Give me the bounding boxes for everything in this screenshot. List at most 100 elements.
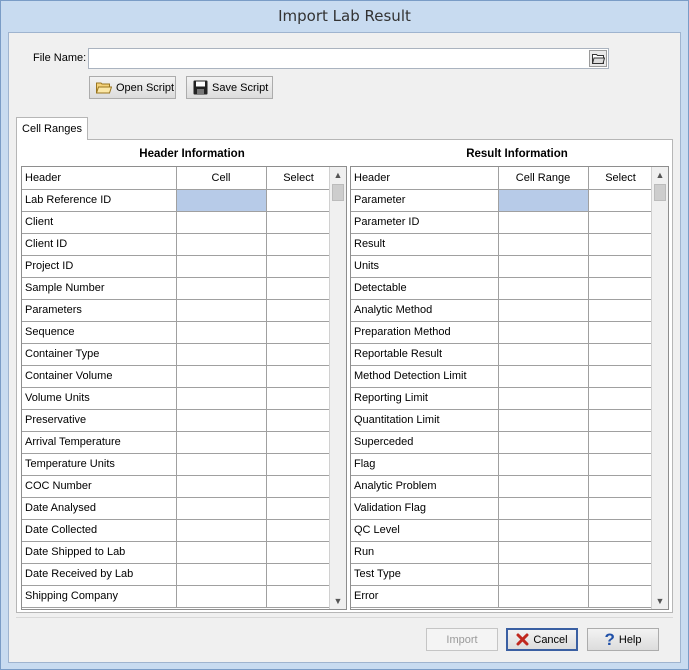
scrollbar-thumb[interactable] (332, 184, 344, 201)
select-cell[interactable] (588, 233, 654, 256)
row-header-cell[interactable]: Test Type (351, 563, 499, 586)
file-name-input[interactable] (88, 48, 609, 69)
table-row[interactable]: Arrival Temperature (22, 431, 332, 454)
cell-range-cell[interactable] (176, 409, 267, 432)
scroll-up-arrow-icon[interactable]: ▲ (652, 167, 668, 183)
cell-range-cell[interactable] (176, 233, 267, 256)
select-cell[interactable] (266, 519, 332, 542)
row-header-cell[interactable]: Client (22, 211, 177, 234)
table-row[interactable]: Detectable (351, 277, 654, 300)
scroll-down-arrow-icon[interactable]: ▼ (330, 593, 346, 609)
row-header-cell[interactable]: Preparation Method (351, 321, 499, 344)
row-header-cell[interactable]: Client ID (22, 233, 177, 256)
row-header-cell[interactable]: Date Received by Lab (22, 563, 177, 586)
table-row[interactable]: Reporting Limit (351, 387, 654, 410)
select-cell[interactable] (588, 365, 654, 388)
row-header-cell[interactable]: Method Detection Limit (351, 365, 499, 388)
select-cell[interactable] (266, 299, 332, 322)
cell-range-cell[interactable] (498, 387, 589, 410)
select-cell[interactable] (588, 541, 654, 564)
table-row[interactable]: Reportable Result (351, 343, 654, 366)
select-cell[interactable] (266, 365, 332, 388)
cell-range-cell[interactable] (176, 211, 267, 234)
cell-range-cell[interactable] (498, 233, 589, 256)
table-row[interactable]: Result (351, 233, 654, 256)
table-row[interactable]: Test Type (351, 563, 654, 586)
cell-range-cell[interactable] (498, 585, 589, 608)
table-row[interactable]: Shipping Company (22, 585, 332, 608)
select-cell[interactable] (266, 453, 332, 476)
table-row[interactable]: Volume Units (22, 387, 332, 410)
table-row[interactable]: Parameters (22, 299, 332, 322)
row-header-cell[interactable]: Superceded (351, 431, 499, 454)
cell-range-cell[interactable] (176, 519, 267, 542)
cell-range-cell[interactable] (176, 321, 267, 344)
select-cell[interactable] (588, 519, 654, 542)
select-cell[interactable] (588, 321, 654, 344)
select-cell[interactable] (588, 255, 654, 278)
table-row[interactable]: Analytic Problem (351, 475, 654, 498)
row-header-cell[interactable]: Analytic Problem (351, 475, 499, 498)
scroll-down-arrow-icon[interactable]: ▼ (652, 593, 668, 609)
table-row[interactable]: Project ID (22, 255, 332, 278)
select-cell[interactable] (588, 409, 654, 432)
column-header-cell-range[interactable]: Cell Range (498, 167, 589, 190)
table-row[interactable]: Superceded (351, 431, 654, 454)
table-row[interactable]: Date Shipped to Lab (22, 541, 332, 564)
cell-range-cell[interactable] (498, 431, 589, 454)
row-header-cell[interactable]: Flag (351, 453, 499, 476)
table-row[interactable]: Analytic Method (351, 299, 654, 322)
row-header-cell[interactable]: Lab Reference ID (22, 189, 177, 212)
select-cell[interactable] (266, 585, 332, 608)
table-row[interactable]: Run (351, 541, 654, 564)
select-cell[interactable] (588, 211, 654, 234)
select-cell[interactable] (588, 497, 654, 520)
row-header-cell[interactable]: Date Shipped to Lab (22, 541, 177, 564)
table-row[interactable]: Date Collected (22, 519, 332, 542)
cell-range-cell[interactable] (176, 497, 267, 520)
table-row[interactable]: Client ID (22, 233, 332, 256)
select-cell[interactable] (266, 321, 332, 344)
row-header-cell[interactable]: Parameters (22, 299, 177, 322)
browse-folder-button[interactable] (589, 50, 607, 67)
table-row[interactable]: Date Received by Lab (22, 563, 332, 586)
select-cell[interactable] (588, 431, 654, 454)
row-header-cell[interactable]: Preservative (22, 409, 177, 432)
row-header-cell[interactable]: Date Analysed (22, 497, 177, 520)
row-header-cell[interactable]: Reporting Limit (351, 387, 499, 410)
select-cell[interactable] (266, 189, 332, 212)
cell-range-cell[interactable] (176, 541, 267, 564)
select-cell[interactable] (266, 343, 332, 366)
result-grid-scrollbar[interactable]: ▲ ▼ (651, 167, 668, 609)
select-cell[interactable] (266, 255, 332, 278)
cell-range-cell[interactable] (498, 409, 589, 432)
row-header-cell[interactable]: Volume Units (22, 387, 177, 410)
select-cell[interactable] (266, 277, 332, 300)
cell-range-cell[interactable] (176, 255, 267, 278)
table-row[interactable]: Error (351, 585, 654, 608)
table-row[interactable]: Validation Flag (351, 497, 654, 520)
cell-range-cell[interactable] (176, 277, 267, 300)
column-header-header[interactable]: Header (22, 167, 177, 190)
row-header-cell[interactable]: Shipping Company (22, 585, 177, 608)
cell-range-cell[interactable] (176, 343, 267, 366)
row-header-cell[interactable]: Error (351, 585, 499, 608)
column-header-header[interactable]: Header (351, 167, 499, 190)
table-row[interactable]: Container Volume (22, 365, 332, 388)
cell-range-cell[interactable] (498, 343, 589, 366)
row-header-cell[interactable]: Temperature Units (22, 453, 177, 476)
select-cell[interactable] (266, 541, 332, 564)
row-header-cell[interactable]: Date Collected (22, 519, 177, 542)
cell-range-cell[interactable] (176, 475, 267, 498)
table-row[interactable]: Container Type (22, 343, 332, 366)
cell-range-cell[interactable] (498, 277, 589, 300)
row-header-cell[interactable]: Units (351, 255, 499, 278)
row-header-cell[interactable]: Analytic Method (351, 299, 499, 322)
result-information-grid[interactable]: Header Cell Range Select Parameter Parame… (350, 166, 669, 610)
select-cell[interactable] (588, 475, 654, 498)
select-cell[interactable] (266, 409, 332, 432)
cell-range-cell[interactable] (498, 453, 589, 476)
cancel-button[interactable]: Cancel (506, 628, 578, 651)
cell-range-cell[interactable] (176, 387, 267, 410)
table-row[interactable]: Sample Number (22, 277, 332, 300)
